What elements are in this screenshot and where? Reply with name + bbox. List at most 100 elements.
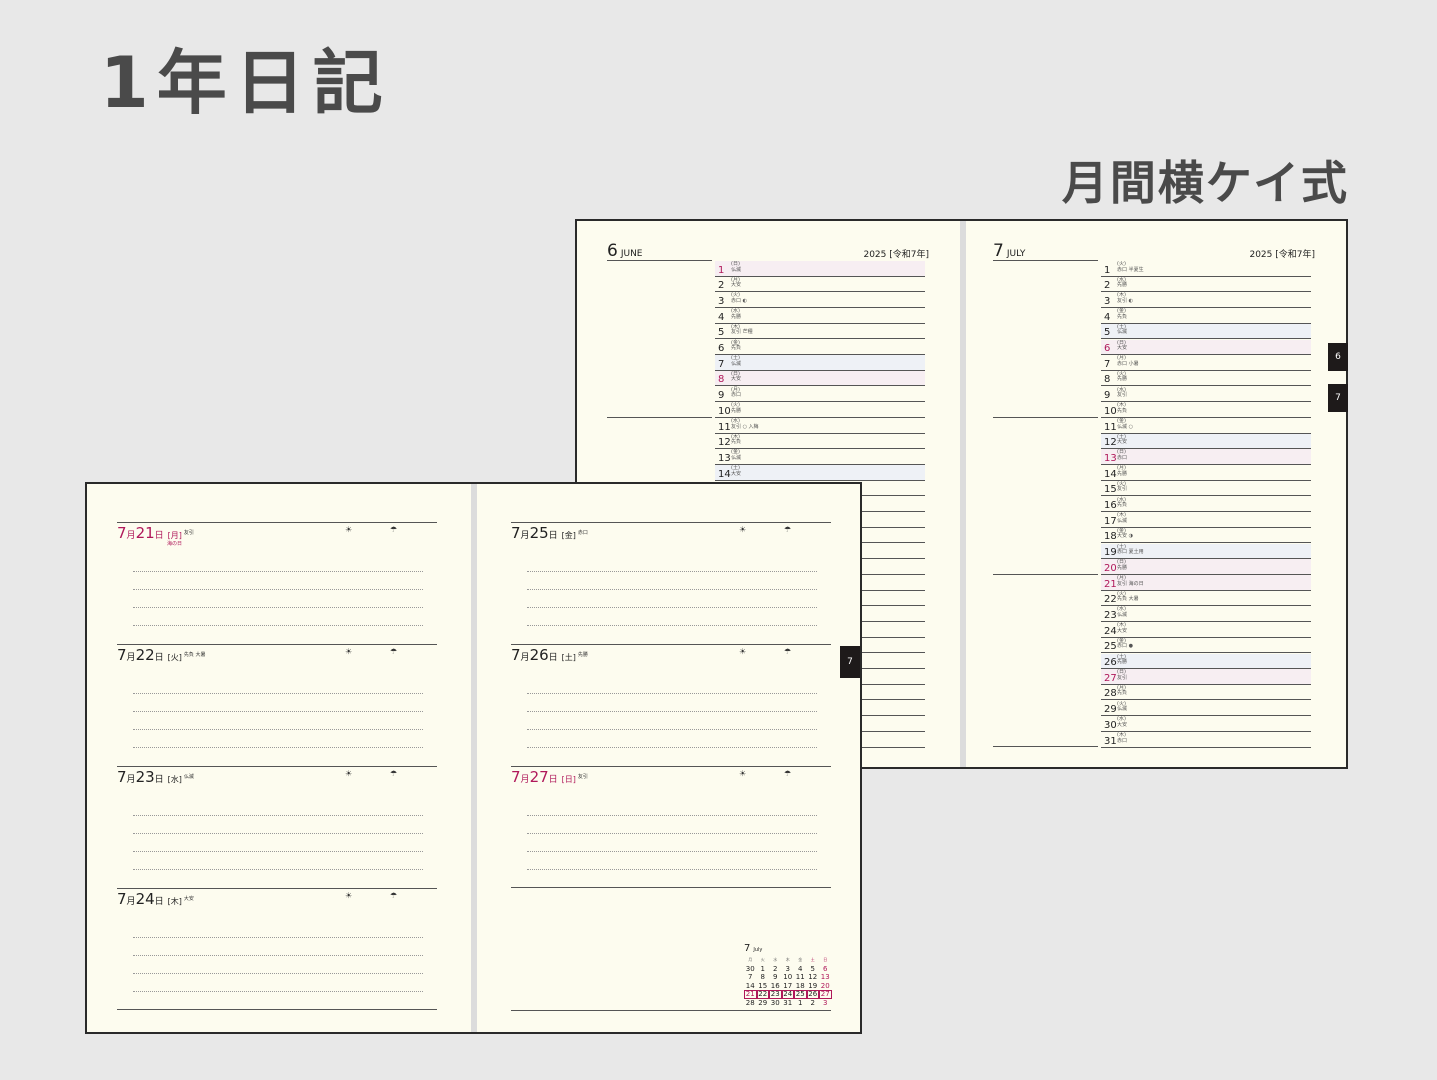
mini-day: 1 bbox=[798, 998, 803, 1007]
month-tab-6[interactable]: 6 bbox=[1328, 343, 1348, 371]
day-row[interactable]: 12 (木) 先負 bbox=[715, 434, 925, 450]
day-row[interactable]: 14 (土) 大安 bbox=[715, 465, 925, 481]
mini-day: 6 bbox=[823, 964, 828, 973]
day-row[interactable]: 16 (水) 先負 bbox=[1101, 497, 1311, 513]
day-number: 3 bbox=[1104, 295, 1111, 307]
day-row[interactable]: 22 (火) 先負 大暑 bbox=[1101, 591, 1311, 607]
day-row[interactable]: 7 (月) 赤口 小暑 bbox=[1101, 355, 1311, 371]
entry-rokuyo: 仏滅 bbox=[183, 774, 194, 780]
day-row[interactable]: 29 (火) 仏滅 bbox=[1101, 701, 1311, 717]
day-row[interactable]: 11 (水) 友引 ○ 入梅 bbox=[715, 418, 925, 434]
mini-weekday: 水 bbox=[773, 957, 778, 962]
monthly-header: 6 JUNE 2025 [令和7年] bbox=[607, 241, 929, 261]
day-rokuyo: 赤口 bbox=[1117, 737, 1128, 744]
day-row[interactable]: 3 (火) 赤口 ◐ bbox=[715, 292, 925, 308]
day-rokuyo: 大安 bbox=[731, 282, 742, 289]
day-row[interactable]: 27 (日) 友引 bbox=[1101, 669, 1311, 685]
day-row[interactable]: 9 (月) 赤口 bbox=[715, 387, 925, 403]
day-weekday-rokuyo: (土) 大安 bbox=[1117, 434, 1127, 446]
day-row[interactable]: 2 (水) 先勝 bbox=[1101, 277, 1311, 293]
day-row[interactable]: 24 (木) 大安 bbox=[1101, 622, 1311, 638]
memo-line bbox=[993, 260, 1098, 261]
day-rokuyo: 先勝 bbox=[1117, 282, 1128, 289]
day-weekday-rokuyo: (火) 先負 大暑 bbox=[1117, 591, 1139, 603]
day-row[interactable]: 4 (金) 先負 bbox=[1101, 308, 1311, 324]
writing-line bbox=[133, 869, 423, 870]
umbrella-icon: ☂ bbox=[390, 525, 398, 534]
diary-entry[interactable]: 7月23日 [水] 仏滅 ☀︎ ☂ bbox=[117, 766, 437, 888]
day-row[interactable]: 2 (月) 大安 bbox=[715, 277, 925, 293]
day-number: 22 bbox=[1104, 594, 1117, 606]
day-weekday-rokuyo: (土) 大安 bbox=[731, 465, 741, 477]
umbrella-icon: ☂ bbox=[390, 647, 398, 656]
day-row[interactable]: 26 (土) 先勝 bbox=[1101, 653, 1311, 670]
date-m: 7 bbox=[117, 524, 127, 542]
mini-day: 11 bbox=[795, 973, 805, 981]
day-number: 12 bbox=[718, 437, 731, 449]
day-row[interactable]: 30 (水) 大安 bbox=[1101, 716, 1311, 732]
day-weekday-rokuyo: (月) 先勝 bbox=[1117, 465, 1127, 477]
month-tab-7[interactable]: 7 bbox=[1328, 384, 1348, 412]
day-row[interactable]: 13 (日) 赤口 bbox=[1101, 449, 1311, 465]
day-weekday-rokuyo: (木) 先負 bbox=[1117, 403, 1127, 414]
day-row[interactable]: 4 (水) 先勝 bbox=[715, 308, 925, 324]
writing-line bbox=[527, 711, 817, 712]
day-row[interactable]: 17 (木) 仏滅 bbox=[1101, 512, 1311, 528]
diary-entry[interactable]: 7月21日 [月] 友引 海の日 ☀︎ ☂ bbox=[117, 522, 437, 644]
diary-entry[interactable]: 7月22日 [火] 先負 大暑 ☀︎ ☂ bbox=[117, 644, 437, 766]
day-row[interactable]: 9 (水) 友引 bbox=[1101, 387, 1311, 403]
day-rokuyo: 仏滅 bbox=[731, 454, 742, 461]
day-row[interactable]: 6 (日) 大安 bbox=[1101, 339, 1311, 356]
day-row[interactable]: 23 (水) 仏滅 bbox=[1101, 606, 1311, 622]
entry-date: 7月24日 [木] 大安 bbox=[117, 892, 194, 907]
month-tab-7[interactable]: 7 bbox=[840, 646, 860, 678]
date-d: 22 bbox=[135, 646, 155, 664]
day-row[interactable]: 1 (日) 仏滅 bbox=[715, 261, 925, 277]
date-m-unit: 月 bbox=[126, 653, 136, 663]
day-row[interactable]: 8 (日) 大安 bbox=[715, 370, 925, 387]
day-row[interactable]: 5 (木) 友引 芒種 bbox=[715, 324, 925, 340]
day-rokuyo: 赤口 夏土用 bbox=[1117, 549, 1144, 556]
year-label: 2025 [令和7年] bbox=[1249, 250, 1315, 260]
day-row[interactable]: 19 (土) 赤口 夏土用 bbox=[1101, 543, 1311, 560]
day-row[interactable]: 31 (木) 赤口 bbox=[1101, 732, 1311, 748]
entry-rokuyo: 大安 bbox=[183, 896, 194, 902]
day-row[interactable]: 3 (木) 友引 ◐ bbox=[1101, 292, 1311, 308]
day-row[interactable]: 14 (月) 先勝 bbox=[1101, 465, 1311, 481]
day-row[interactable]: 7 (土) 仏滅 bbox=[715, 355, 925, 371]
day-weekday-rokuyo: (月) 大安 bbox=[731, 277, 742, 289]
year-label: 2025 [令和7年] bbox=[863, 250, 929, 260]
day-row[interactable]: 15 (火) 友引 bbox=[1101, 481, 1311, 497]
diary-entry[interactable]: 7月27日 [日] 友引 ☀︎ ☂ bbox=[511, 766, 831, 888]
diary-entry[interactable]: 7月24日 [木] 大安 ☀︎ ☂ bbox=[117, 888, 437, 1010]
day-row[interactable]: 12 (土) 大安 bbox=[1101, 433, 1311, 450]
writing-line bbox=[527, 815, 817, 816]
day-row[interactable]: 25 (金) 赤口 ● bbox=[1101, 638, 1311, 654]
day-weekday-rokuyo: (金) 赤口 ● bbox=[1117, 638, 1133, 650]
day-rokuyo: 先勝 bbox=[731, 407, 742, 414]
day-row[interactable]: 5 (土) 仏滅 bbox=[1101, 323, 1311, 340]
entry-date: 7月25日 [金] 赤口 bbox=[511, 526, 588, 541]
day-row[interactable]: 6 (金) 先負 bbox=[715, 340, 925, 356]
date-m: 7 bbox=[117, 646, 127, 664]
sun-icon: ☀︎ bbox=[345, 525, 353, 534]
day-row[interactable]: 11 (金) 仏滅 ○ bbox=[1101, 418, 1311, 434]
diary-entry[interactable]: 7月25日 [金] 赤口 ☀︎ ☂ bbox=[511, 522, 831, 644]
day-row[interactable]: 13 (金) 仏滅 bbox=[715, 449, 925, 465]
day-row[interactable]: 10 (火) 先勝 bbox=[715, 402, 925, 418]
mini-day: 21 bbox=[744, 990, 757, 999]
day-rokuyo: 大安 bbox=[731, 376, 742, 383]
entry-date: 7月23日 [水] 仏滅 bbox=[117, 770, 194, 785]
day-row[interactable]: 21 (月) 友引 海の日 bbox=[1101, 575, 1311, 591]
day-row[interactable]: 18 (金) 大安 ◑ bbox=[1101, 528, 1311, 544]
day-row[interactable]: 1 (火) 赤口 半夏生 bbox=[1101, 261, 1311, 277]
day-weekday-rokuyo: (土) 仏滅 bbox=[731, 355, 741, 367]
day-row[interactable]: 8 (火) 先勝 bbox=[1101, 371, 1311, 387]
date-d: 25 bbox=[529, 524, 549, 542]
sun-icon: ☀︎ bbox=[345, 891, 353, 900]
day-row[interactable]: 28 (月) 先負 bbox=[1101, 685, 1311, 701]
diary-entry[interactable]: 7月26日 [土] 先勝 ☀︎ ☂ bbox=[511, 644, 831, 766]
monthly-header: 7 JULY 2025 [令和7年] bbox=[993, 241, 1315, 261]
day-row[interactable]: 20 (日) 先勝 bbox=[1101, 559, 1311, 575]
day-row[interactable]: 10 (木) 先負 bbox=[1101, 402, 1311, 418]
